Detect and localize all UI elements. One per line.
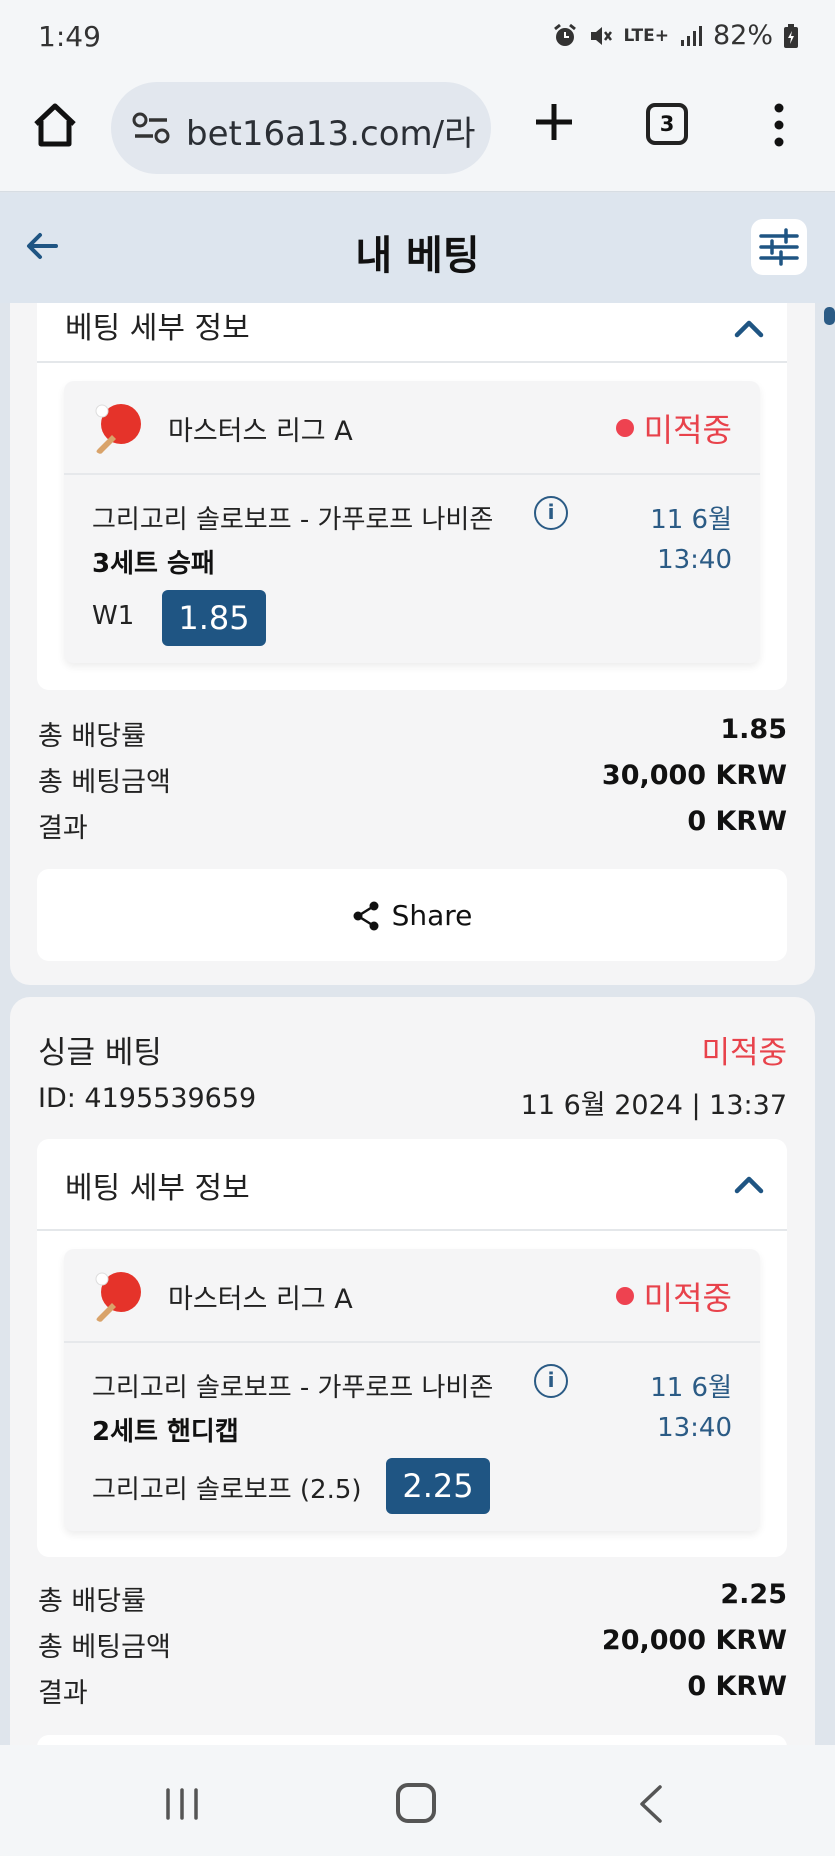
filter-icon <box>759 228 799 266</box>
match-teams: 그리고리 솔로보프 - 가푸로프 나비존 <box>92 1373 494 1403</box>
result-label: 결과 <box>38 813 88 844</box>
stake-value: 20,000 KRW <box>601 1625 787 1656</box>
event-status: 미적중 <box>615 1273 732 1319</box>
system-nav-bar <box>0 1745 835 1856</box>
signal-icon <box>680 25 702 46</box>
share-inner: Share <box>37 899 787 932</box>
odds-badge: 1.85 <box>162 590 266 646</box>
total-odds-label: 총 배당률 <box>38 721 146 752</box>
chevron-up-icon[interactable] <box>733 1173 765 1195</box>
bet-status: 미적중 <box>701 1035 787 1071</box>
bet-details-section: 베팅 세부 정보 마스터스 리그 A 미적중 그리고리 솔로보프 - 가푸로프 … <box>37 1139 787 1557</box>
recent-apps-icon[interactable] <box>164 1787 200 1821</box>
status-dot <box>615 1287 634 1305</box>
tab-switcher-icon[interactable]: 3 <box>646 103 688 145</box>
alarm-icon <box>553 23 576 46</box>
battery-icon <box>784 23 798 48</box>
event-status-text: 미적중 <box>643 1279 732 1317</box>
bet-details-section: 베팅 세부 정보 마스터스 리그 A 미적중 그리고리 솔로보프 - 가푸로프 … <box>37 303 787 690</box>
event-status: 미적중 <box>615 405 732 451</box>
status-dot <box>615 419 634 437</box>
share-icon <box>353 901 379 930</box>
match-date: 11 6월 <box>650 1373 732 1403</box>
total-odds-value: 1.85 <box>720 714 787 745</box>
table-tennis-icon <box>95 1272 141 1322</box>
bet-details-header[interactable]: 베팅 세부 정보 <box>37 303 787 363</box>
table-tennis-icon <box>95 404 141 454</box>
url-text[interactable]: bet16a13.com/라 <box>186 106 486 155</box>
status-icons: LTE+ 82% <box>552 20 800 51</box>
bets-list[interactable]: 베팅 세부 정보 마스터스 리그 A 미적중 그리고리 솔로보프 - 가푸로프 … <box>0 303 835 1745</box>
bet-type: 싱글 베팅 <box>38 1035 162 1071</box>
page-title: 내 베팅 <box>355 233 480 279</box>
browser-toolbar: bet16a13.com/라 3 <box>0 76 835 192</box>
status-bar: 1:49 LTE+ 82% <box>0 0 835 76</box>
new-tab-icon[interactable] <box>530 98 578 146</box>
match-time: 13:40 <box>657 545 732 575</box>
lte-icon: LTE+ <box>623 25 669 46</box>
filter-button[interactable] <box>751 219 807 275</box>
bet-details-header[interactable]: 베팅 세부 정보 <box>37 1139 787 1231</box>
scrollbar-thumb[interactable] <box>824 307 835 325</box>
bet-placed-date: 11 6월 2024 | 13:37 <box>520 1090 787 1121</box>
league-row: 마스터스 리그 A 미적중 <box>64 381 760 475</box>
stake-label: 총 베팅금액 <box>38 1632 171 1663</box>
home-nav-icon[interactable] <box>396 1783 436 1823</box>
mute-icon <box>590 26 612 45</box>
share-button[interactable]: Share <box>37 869 787 961</box>
result-value: 0 KRW <box>687 1671 787 1702</box>
app-header: 내 베팅 <box>0 193 835 303</box>
result-label: 결과 <box>38 1678 88 1709</box>
site-settings-icon[interactable] <box>131 112 171 144</box>
info-icon[interactable]: i <box>534 496 568 530</box>
selection: W1 <box>92 601 135 631</box>
stake-value: 30,000 KRW <box>601 760 787 791</box>
market-name: 2세트 핸디캡 <box>92 1417 239 1447</box>
selection: 그리고리 솔로보프 (2.5) <box>92 1475 362 1505</box>
event-card: 마스터스 리그 A 미적중 그리고리 솔로보프 - 가푸로프 나비존 i 11 … <box>64 1249 760 1531</box>
league-row: 마스터스 리그 A 미적중 <box>64 1249 760 1343</box>
bet-card: 싱글 베팅 미적중 ID: 4195539659 11 6월 2024 | 13… <box>10 997 815 1745</box>
league-name: 마스터스 리그 A <box>168 1284 353 1315</box>
battery-percent: 82% <box>712 20 773 51</box>
bet-details-title: 베팅 세부 정보 <box>65 1171 250 1206</box>
chevron-up-icon[interactable] <box>733 317 765 339</box>
odds-badge: 2.25 <box>386 1458 490 1514</box>
status-time: 1:49 <box>38 20 101 53</box>
total-odds-label: 총 배당률 <box>38 1586 146 1617</box>
result-value: 0 KRW <box>687 806 787 837</box>
back-nav-icon[interactable] <box>636 1783 664 1825</box>
match-teams: 그리고리 솔로보프 - 가푸로프 나비존 <box>92 505 494 535</box>
more-menu-icon[interactable] <box>764 100 794 150</box>
market-name: 3세트 승패 <box>92 549 215 579</box>
share-label: Share <box>391 899 473 932</box>
home-icon[interactable] <box>30 100 80 150</box>
total-odds-value: 2.25 <box>720 1579 787 1610</box>
bet-details-title: 베팅 세부 정보 <box>65 311 250 346</box>
match-time: 13:40 <box>657 1413 732 1443</box>
info-icon[interactable]: i <box>534 1364 568 1398</box>
bet-id: ID: 4195539659 <box>38 1083 257 1114</box>
event-card: 마스터스 리그 A 미적중 그리고리 솔로보프 - 가푸로프 나비존 i 11 … <box>64 381 760 663</box>
address-bar[interactable]: bet16a13.com/라 <box>111 82 491 174</box>
event-status-text: 미적중 <box>643 411 732 449</box>
stake-label: 총 베팅금액 <box>38 767 171 798</box>
match-date: 11 6월 <box>650 505 732 535</box>
share-button[interactable] <box>37 1735 787 1745</box>
league-name: 마스터스 리그 A <box>168 416 353 447</box>
bet-card: 베팅 세부 정보 마스터스 리그 A 미적중 그리고리 솔로보프 - 가푸로프 … <box>10 303 815 985</box>
